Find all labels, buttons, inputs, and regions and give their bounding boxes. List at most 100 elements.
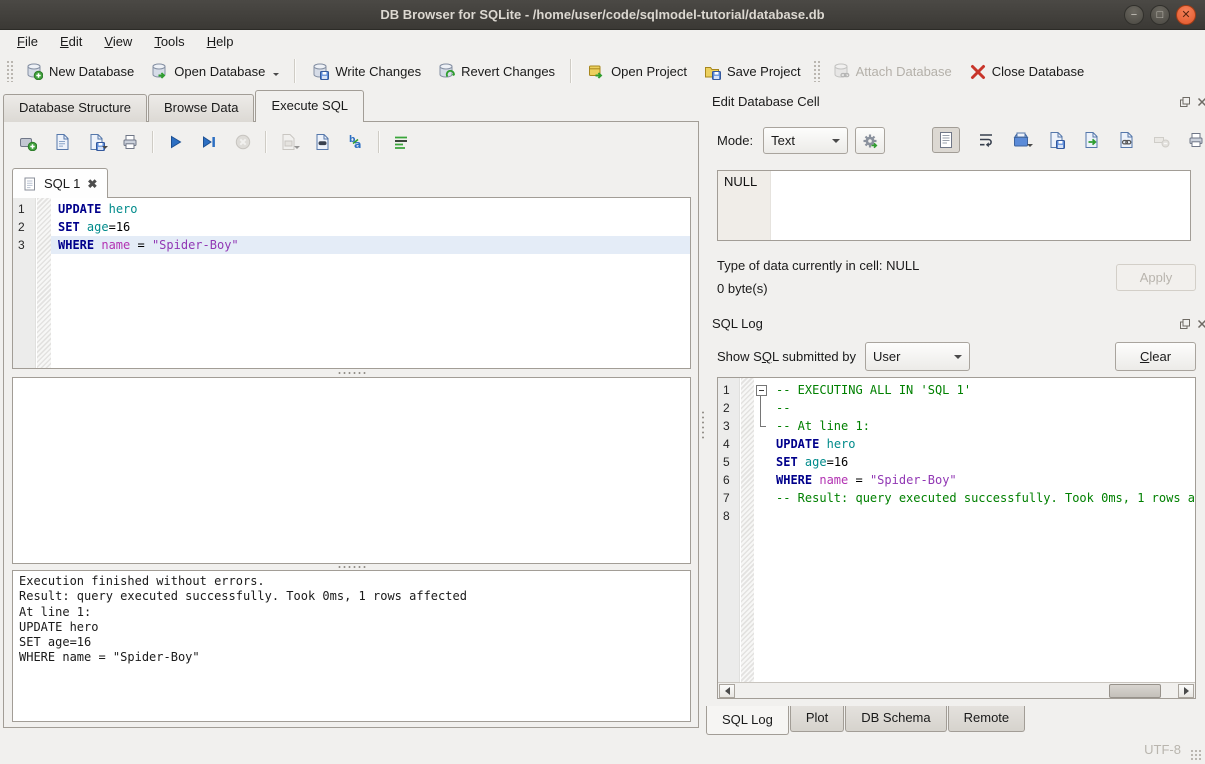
results-pane[interactable] (12, 377, 691, 564)
sql-file-tab[interactable]: SQL 1 ✖ (12, 168, 108, 198)
toolbar-drag-handle[interactable] (813, 60, 820, 82)
close-dock-icon[interactable] (1195, 95, 1205, 108)
filter-label-part: Q (762, 349, 772, 364)
maximize-icon[interactable]: □ (1150, 5, 1170, 25)
revert-changes-button[interactable]: Revert Changes (429, 57, 563, 85)
menu-tools[interactable]: Tools (143, 32, 195, 51)
toolbar-separator (294, 59, 296, 83)
close-icon[interactable]: ✕ (1176, 5, 1196, 25)
log-horizontal-scrollbar[interactable] (718, 682, 1195, 698)
token-cmt: -- At line 1: (776, 419, 870, 433)
print-button[interactable] (116, 129, 144, 155)
save-project-button[interactable]: Save Project (695, 57, 809, 85)
toolbar-button-label: Attach Database (856, 64, 952, 79)
code-text: WHERE name = "Spider-Boy" (769, 471, 1195, 489)
close-database-button[interactable]: Close Database (960, 57, 1093, 85)
tab-browse-data[interactable]: Browse Data (148, 94, 254, 122)
stop-icon (234, 133, 252, 151)
open-in-app-button[interactable] (1077, 127, 1105, 153)
copy-link-button[interactable] (1112, 127, 1140, 153)
new-database-button[interactable]: New Database (17, 57, 142, 85)
cell-mode-select[interactable]: Text (763, 127, 848, 154)
set-null-icon (1152, 131, 1170, 149)
resize-grip[interactable] (1190, 749, 1202, 761)
token-pl: =16 (109, 220, 131, 234)
menu-view[interactable]: View (93, 32, 143, 51)
export-data-button[interactable] (1042, 127, 1070, 153)
token-tbl: age (87, 220, 109, 234)
svg-text:b: b (349, 135, 356, 145)
execution-message-pane[interactable]: Execution finished without errors.Result… (12, 570, 691, 722)
auto-switch-mode-button[interactable] (855, 127, 885, 154)
tab-database-structure[interactable]: Database Structure (3, 94, 147, 122)
open-sql-file-button[interactable] (48, 129, 76, 155)
dock-tab-plot[interactable]: Plot (790, 706, 844, 732)
menu-help[interactable]: Help (196, 32, 245, 51)
set-null-button[interactable] (1147, 127, 1175, 153)
execute-line-button[interactable] (195, 129, 223, 155)
change-marker (740, 453, 754, 471)
sql-file-tab-label: SQL 1 (44, 176, 80, 191)
message-line: Execution finished without errors. (19, 574, 684, 589)
float-dock-icon[interactable] (1178, 317, 1191, 330)
cell-mode-row: Mode: Text (717, 127, 885, 154)
code-text: UPDATE hero (51, 200, 690, 218)
minimize-icon[interactable]: − (1124, 5, 1144, 25)
stop-button[interactable] (229, 129, 257, 155)
attach-database-button[interactable]: Attach Database (824, 57, 960, 85)
new-tab-button[interactable] (14, 129, 42, 155)
save-results-button[interactable] (274, 129, 302, 155)
toolbar-button-label: Revert Changes (461, 64, 555, 79)
message-line: WHERE name = "Spider-Boy" (19, 650, 684, 665)
code-line-2: 2-- (718, 399, 1195, 417)
format-button[interactable]: ab (342, 129, 370, 155)
sql-log-view[interactable]: 1-- EXECUTING ALL IN 'SQL 1'2--3-- At li… (717, 377, 1196, 699)
fold-toggle-icon[interactable] (754, 381, 769, 399)
menu-bar: FileEditViewToolsHelp (0, 30, 1205, 52)
dock-tab-sql-log[interactable]: SQL Log (706, 706, 789, 735)
code-text: WHERE name = "Spider-Boy" (51, 236, 690, 254)
find-button[interactable] (308, 129, 336, 155)
execute-all-button[interactable] (161, 129, 189, 155)
open-project-icon (587, 62, 605, 80)
token-kw: WHERE (58, 238, 94, 252)
open-database-button[interactable]: Open Database (142, 57, 287, 85)
export-data-icon (1047, 131, 1065, 149)
text-mode-button[interactable] (932, 127, 960, 153)
write-changes-icon (311, 62, 329, 80)
tab-execute-sql[interactable]: Execute SQL (255, 90, 364, 122)
clear-log-button[interactable]: Clear (1115, 342, 1196, 371)
close-tab-icon[interactable]: ✖ (87, 178, 97, 190)
word-wrap-button[interactable] (387, 129, 415, 155)
scroll-left-icon[interactable] (719, 684, 735, 698)
word-wrap-cell-button[interactable] (972, 127, 1000, 153)
import-data-button[interactable] (1007, 127, 1035, 153)
edit-cell-dock-title: Edit Database Cell (712, 92, 820, 112)
dock-tab-db-schema[interactable]: DB Schema (845, 706, 946, 732)
dock-tab-remote[interactable]: Remote (948, 706, 1026, 732)
cell-value-editor[interactable]: NULL (717, 170, 1191, 241)
menu-edit[interactable]: Edit (49, 32, 93, 51)
apply-button[interactable]: Apply (1116, 264, 1196, 291)
save-sql-file-button[interactable] (82, 129, 110, 155)
open-project-button[interactable]: Open Project (579, 57, 695, 85)
toolbar-drag-handle[interactable] (6, 60, 13, 82)
close-dock-icon[interactable] (1195, 317, 1205, 330)
menu-file[interactable]: File (6, 32, 49, 51)
cell-size-text: 0 byte(s) (717, 281, 768, 296)
scrollbar-thumb[interactable] (1109, 684, 1161, 698)
log-filter-select[interactable]: User (865, 342, 970, 371)
scroll-right-icon[interactable] (1178, 684, 1194, 698)
toolbar-group: Write Changes Revert Changes (303, 57, 563, 85)
titlebar: DB Browser for SQLite - /home/user/code/… (0, 0, 1205, 30)
splitter-editor-results[interactable] (12, 369, 691, 377)
token-kw: UPDATE (58, 202, 101, 216)
line-number: 1 (718, 381, 740, 399)
splitter-left-right[interactable] (699, 122, 706, 728)
print-cell-button[interactable] (1182, 127, 1205, 153)
write-changes-button[interactable]: Write Changes (303, 57, 429, 85)
float-dock-icon[interactable] (1178, 95, 1191, 108)
toolbar-button-label: Open Project (611, 64, 687, 79)
open-database-icon (150, 62, 168, 80)
sql-editor[interactable]: 1UPDATE hero2SET age=163WHERE name = "Sp… (12, 197, 691, 369)
